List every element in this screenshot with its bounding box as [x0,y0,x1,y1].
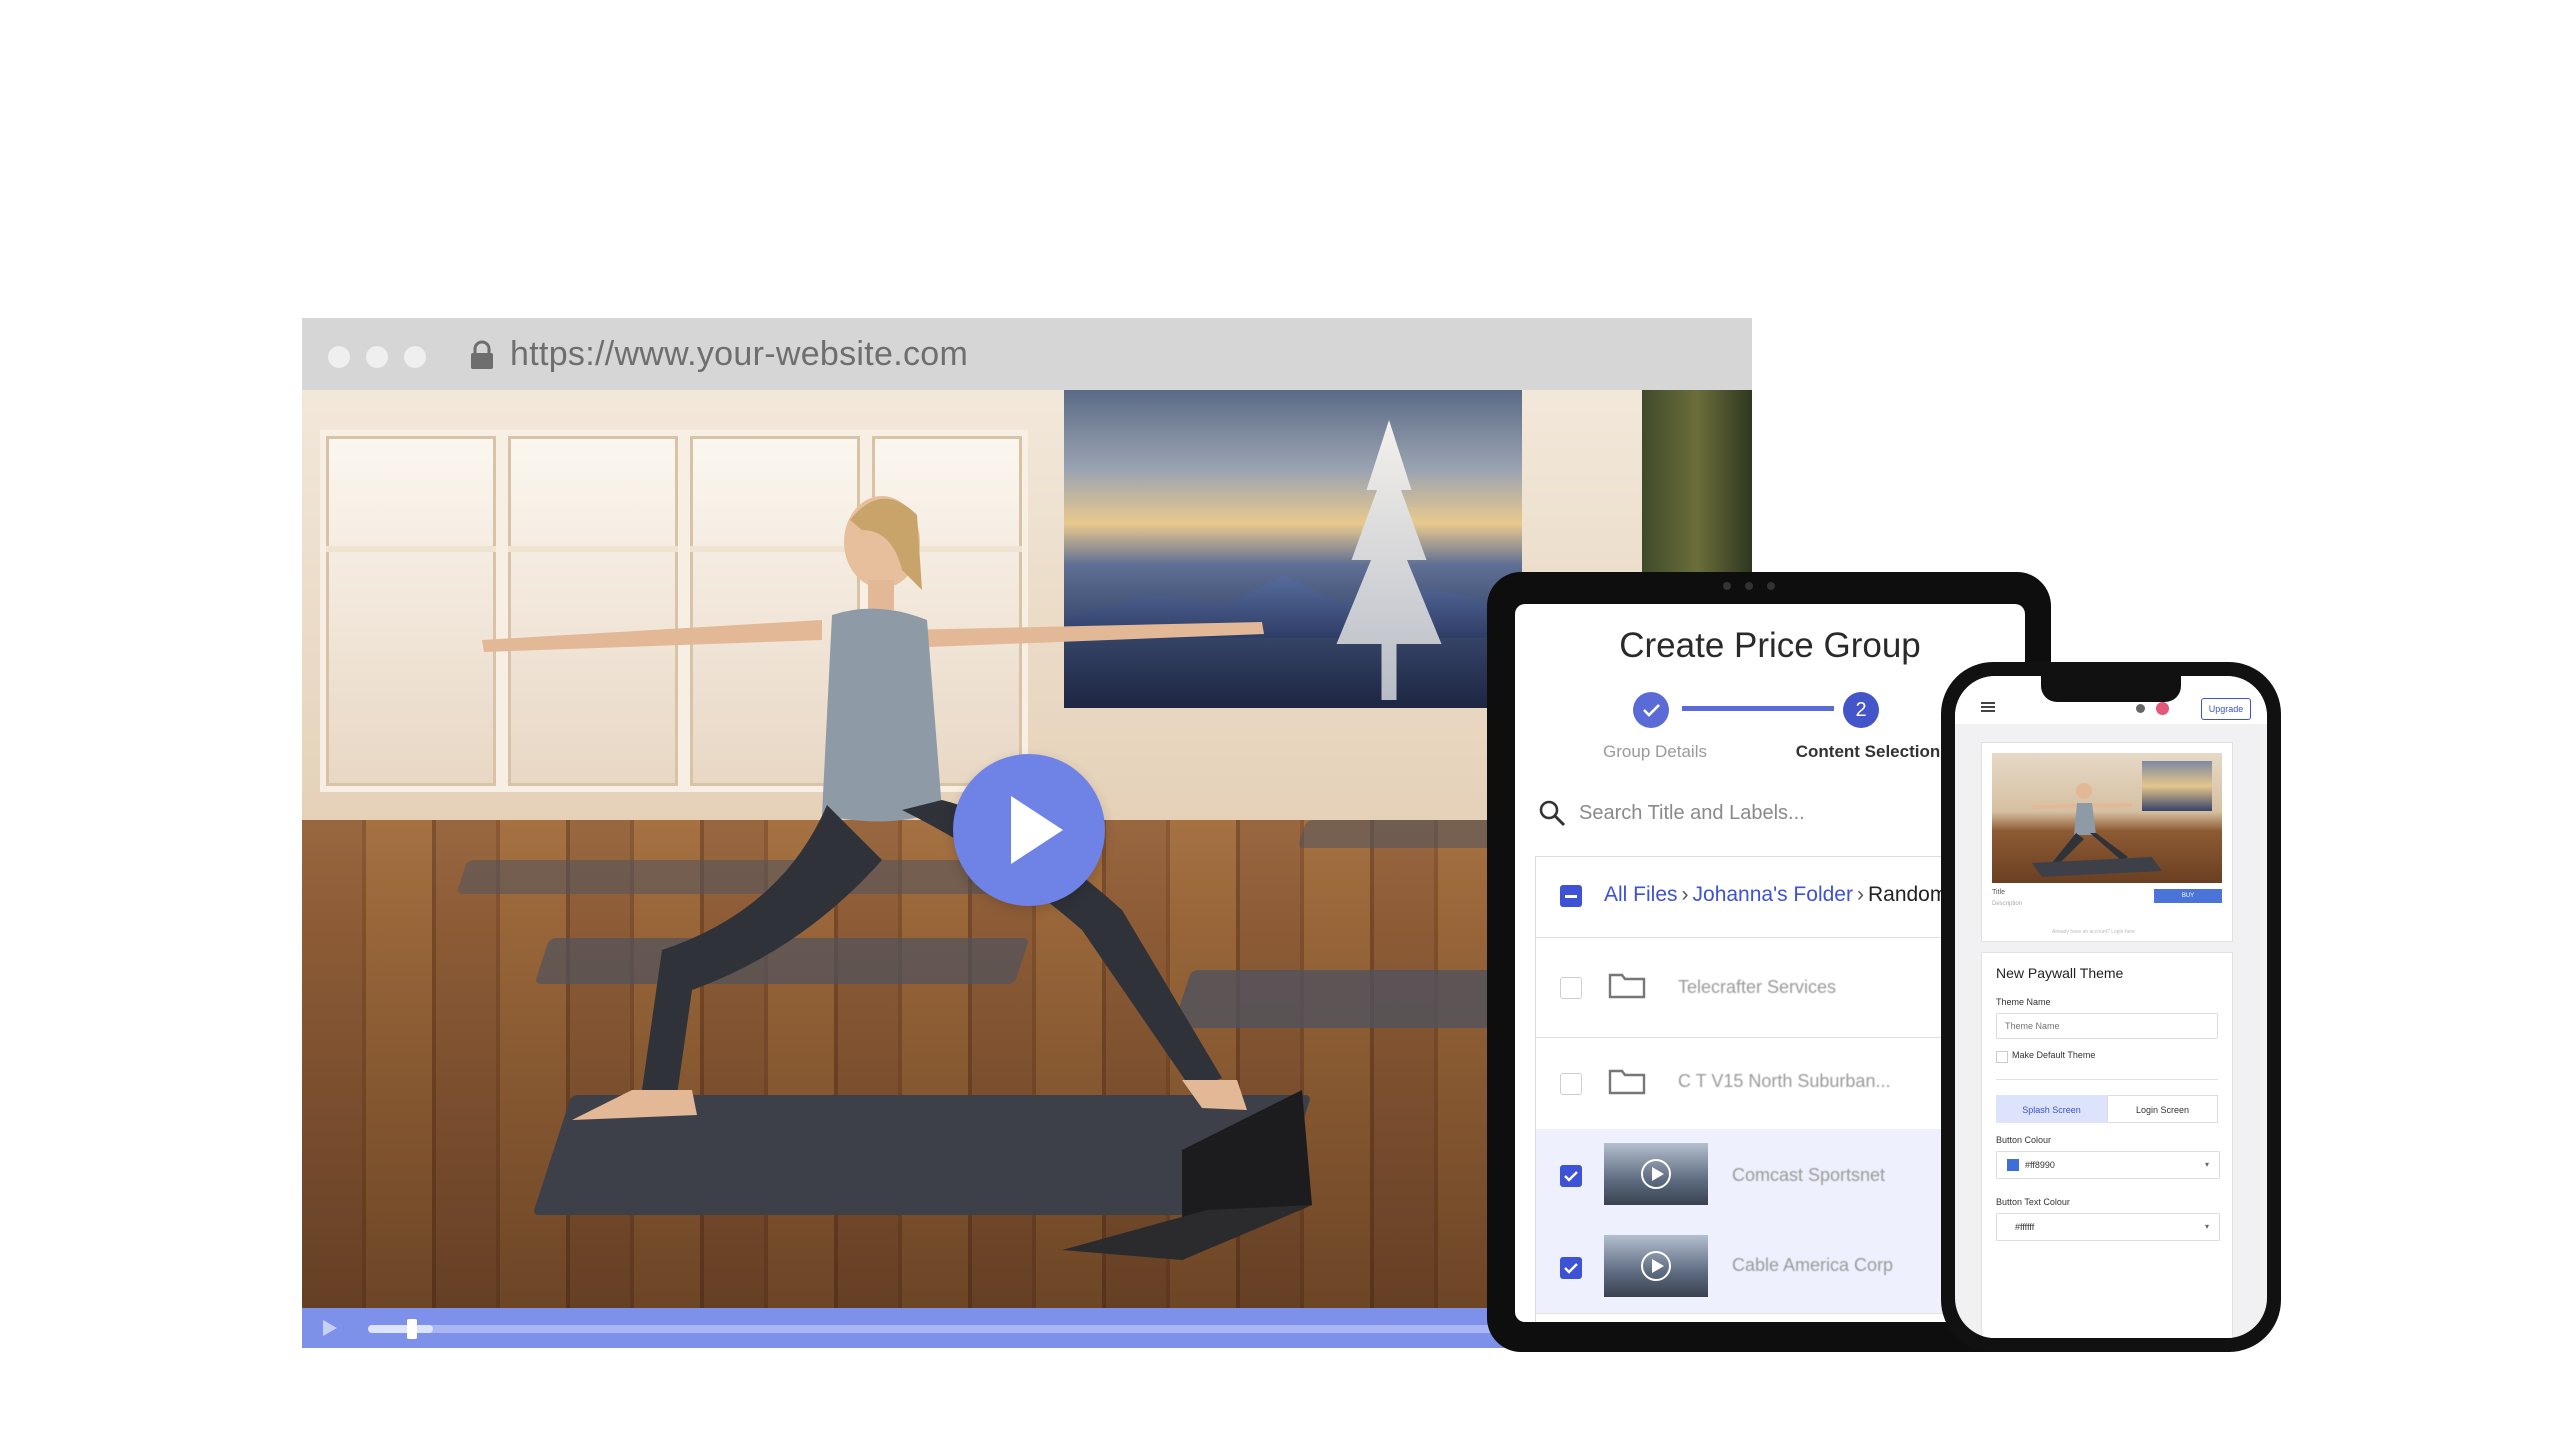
url-text[interactable]: https://www.your-website.com [510,334,968,374]
item-name: Telecrafter Services [1678,977,1837,997]
select-all-checkbox[interactable] [1560,885,1582,907]
menu-icon[interactable] [1981,702,1995,712]
video-scrub-handle[interactable] [407,1319,417,1339]
check-icon [1564,1263,1578,1274]
avatar[interactable] [2156,702,2169,715]
step-active[interactable]: 2 [1843,692,1879,728]
tab-splash-screen[interactable]: Splash Screen [1996,1095,2107,1123]
item-checkbox-checked[interactable] [1560,1257,1582,1279]
theme-form: New Paywall Theme Theme Name Make Defaul… [1981,952,2233,1338]
paywall-preview: Title Description BUY Already have an ac… [1981,742,2233,942]
video-progress-bar[interactable] [368,1319,1668,1339]
breadcrumb-separator: › [1856,883,1864,906]
browser-address-bar: https://www.your-website.com [302,318,1752,390]
window-dot-close[interactable] [328,346,350,368]
item-checkbox[interactable] [1560,977,1582,999]
button-colour-select[interactable]: #ff8990 ▾ [1996,1151,2220,1179]
search-input[interactable] [1577,794,1981,832]
play-circle-icon [1641,1251,1671,1281]
step-complete[interactable] [1633,692,1669,728]
folder-icon [1608,1069,1646,1095]
tablet-camera [1767,582,1775,590]
button-text-colour-value: #ffffff [2015,1222,2035,1232]
step-label-group-details: Group Details [1603,742,1707,761]
page-title: Create Price Group [1619,626,1921,665]
folder-icon [1608,973,1646,999]
default-theme-checkbox[interactable] [1996,1051,2008,1063]
video-play-button[interactable] [953,754,1105,906]
default-theme-label: Make Default Theme [2012,1050,2096,1060]
button-colour-label: Button Colour [1996,1135,2052,1145]
item-checkbox-checked[interactable] [1560,1165,1582,1187]
breadcrumb: All Files › Johanna's Folder › Random [1604,883,1947,907]
video-progress-fill [368,1325,433,1333]
theme-name-label: Theme Name [1996,997,2051,1007]
breadcrumb-separator: › [1681,883,1689,906]
item-name: C T V15 North Suburban... [1678,1071,1891,1091]
divider [1996,1079,2218,1080]
tab-login-screen[interactable]: Login Screen [2107,1095,2218,1123]
notification-icon[interactable] [2136,704,2145,713]
phone-notch [2041,676,2181,702]
phone-screen: Upgrade Title Description BUY Already ha… [1955,676,2267,1338]
lock-icon [471,340,493,369]
tablet-camera [1745,582,1753,590]
preview-login-hint: Already have an account? Login here [2052,929,2135,935]
upgrade-button[interactable]: Upgrade [2201,698,2251,720]
breadcrumb-current: Random [1867,883,1948,906]
button-text-colour-label: Button Text Colour [1996,1197,2070,1207]
video-thumbnail [1604,1235,1708,1297]
check-icon [1564,1171,1578,1182]
step-label-content-selection: Content Selection [1795,742,1941,761]
item-name: Comcast Sportsnet [1732,1165,1886,1185]
breadcrumb-folder[interactable]: Johanna's Folder [1693,883,1853,906]
video-thumbnail [1604,1143,1708,1205]
chevron-down-icon: ▾ [2204,1160,2209,1169]
preview-buy-button[interactable]: BUY [2154,889,2222,903]
form-heading: New Paywall Theme [1996,965,2124,981]
check-icon [1643,704,1660,717]
window-dot-maximize[interactable] [404,346,426,368]
stepper-line [1682,706,1834,711]
tablet-camera [1723,582,1731,590]
item-checkbox[interactable] [1560,1073,1582,1095]
play-icon[interactable] [318,1317,340,1339]
chevron-down-icon: ▾ [2204,1222,2209,1231]
phone-device: Upgrade Title Description BUY Already ha… [1941,662,2281,1352]
button-text-colour-select[interactable]: #ffffff ▾ [1996,1213,2220,1241]
preview-description-label: Description [1992,901,2023,907]
play-icon [1011,796,1063,864]
preview-title-label: Title [1992,889,2005,896]
button-colour-value: #ff8990 [2025,1160,2055,1170]
play-circle-icon [1641,1159,1671,1189]
theme-name-input[interactable] [1996,1013,2218,1039]
window-dot-minimize[interactable] [366,346,388,368]
colour-swatch [2007,1159,2019,1171]
breadcrumb-all-files[interactable]: All Files [1604,883,1678,906]
preview-image [1992,753,2222,883]
item-name: Cable America Corp [1732,1255,1894,1275]
search-icon [1539,800,1566,827]
